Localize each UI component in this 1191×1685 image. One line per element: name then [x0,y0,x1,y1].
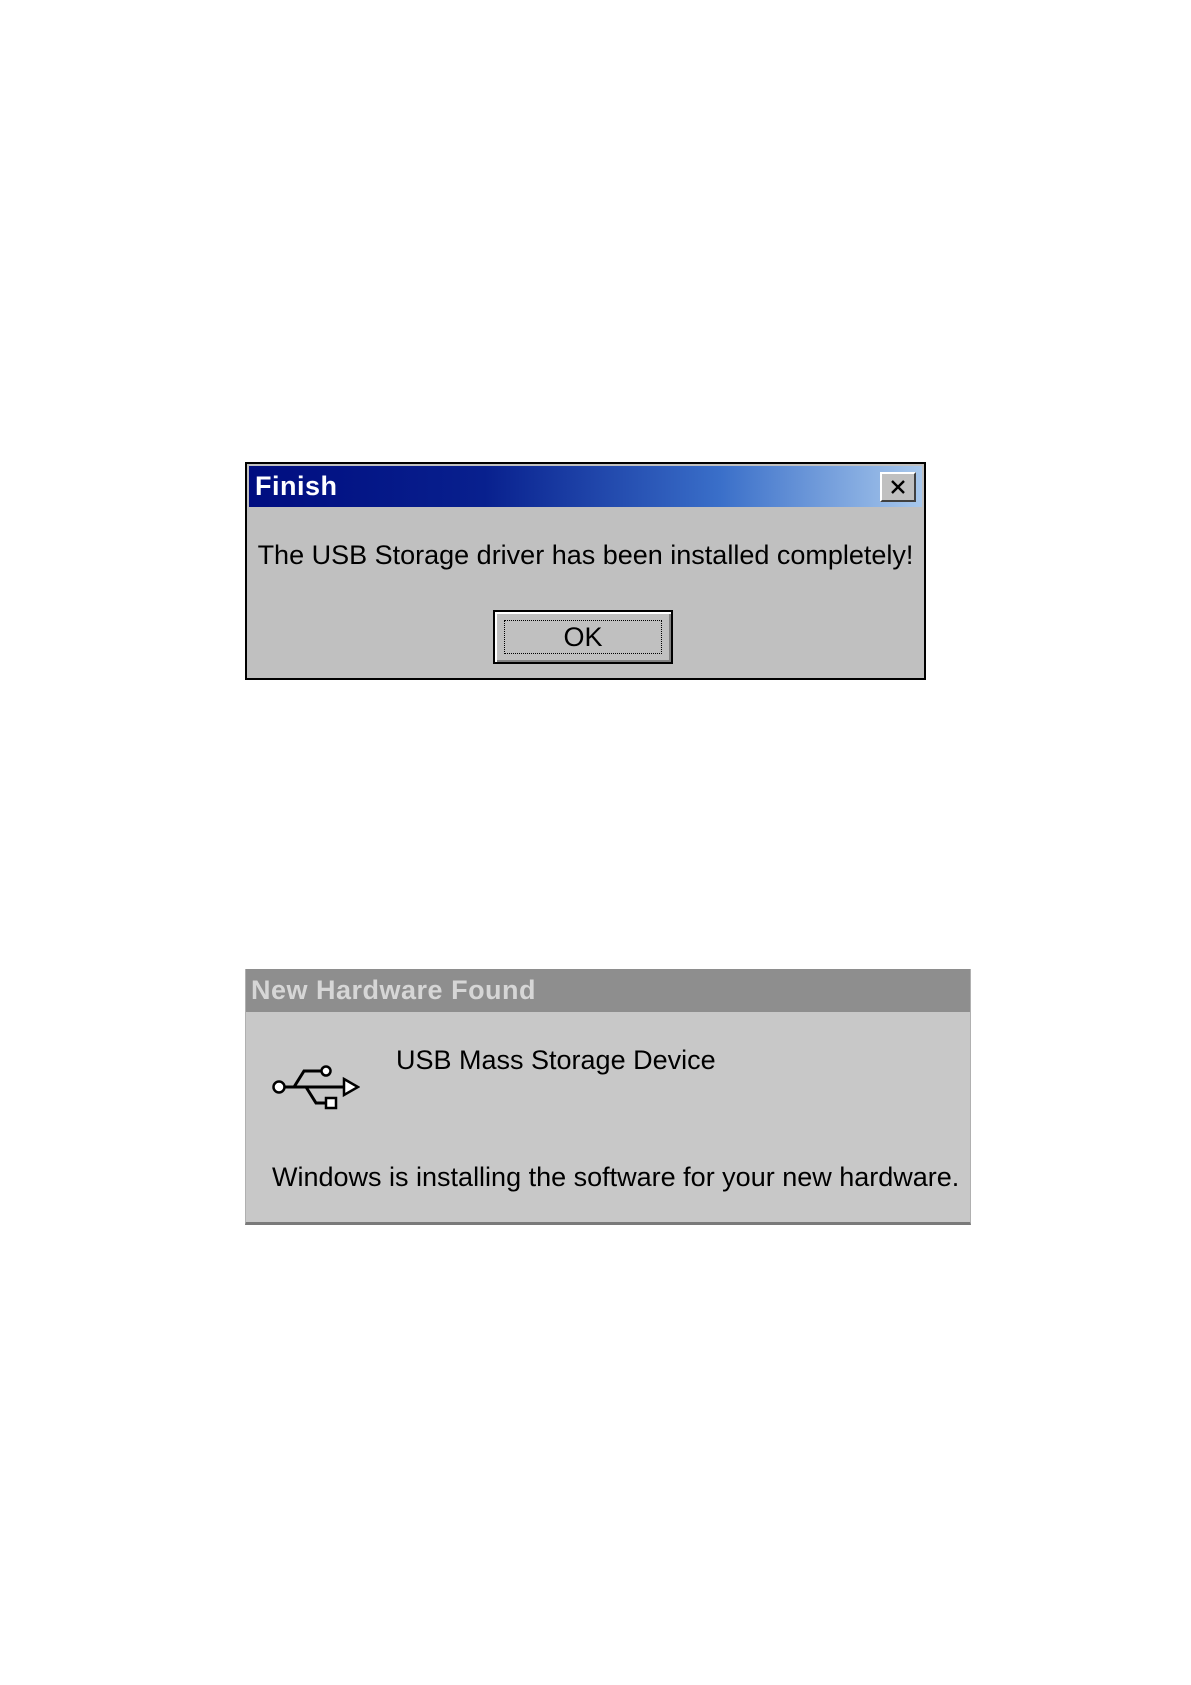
finish-titlebar: Finish [249,466,922,507]
hardware-panel-title: New Hardware Found [251,975,537,1005]
device-name: USB Mass Storage Device [396,1045,716,1075]
hardware-titlebar: New Hardware Found [246,969,970,1012]
close-button[interactable] [880,472,916,502]
new-hardware-panel: New Hardware Found USB Mass Storage Devi… [245,969,971,1225]
ok-button[interactable]: OK [493,610,673,664]
finish-dialog: Finish The USB Storage driver has been i… [245,462,926,680]
usb-icon [272,1065,360,1110]
ok-button-label: OK [563,622,603,652]
finish-dialog-title: Finish [255,471,338,501]
install-status: Windows is installing the software for y… [272,1162,960,1192]
close-icon [891,480,905,494]
finish-message: The USB Storage driver has been installe… [257,540,914,570]
